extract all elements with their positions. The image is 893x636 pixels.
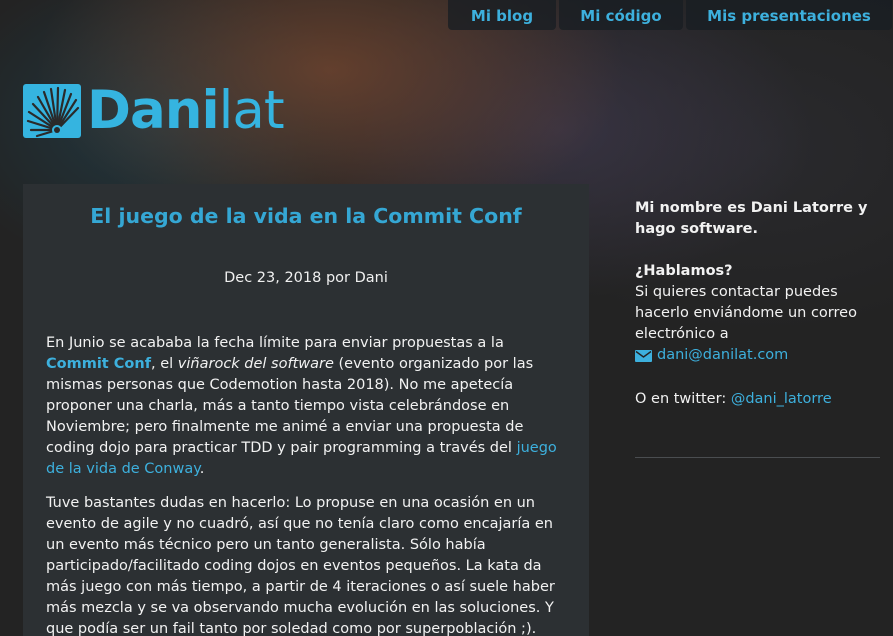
envelope-icon: [635, 349, 652, 362]
paragraph-text: En Junio se acababa la fecha límite para…: [46, 335, 504, 351]
email-link[interactable]: dani@danilat.com: [657, 345, 788, 366]
sidebar-intro: Mi nombre es Dani Latorre y hago softwar…: [635, 200, 868, 237]
sidebar: Mi nombre es Dani Latorre y hago softwar…: [635, 198, 880, 458]
twitter-link[interactable]: @dani_latorre: [731, 391, 832, 407]
post-meta: Dec 23, 2018 por Dani: [224, 270, 388, 286]
post-paragraph: En Junio se acababa la fecha límite para…: [46, 333, 565, 480]
post-body: En Junio se acababa la fecha límite para…: [46, 333, 565, 636]
nav-item-blog[interactable]: Mi blog: [448, 0, 556, 30]
post-title[interactable]: El juego de la vida en la Commit Conf: [23, 202, 589, 230]
sidebar-divider: [635, 457, 880, 458]
post-paragraph: Tuve bastantes dudas en hacerlo: Lo prop…: [46, 495, 555, 636]
paragraph-text: , el: [151, 356, 178, 372]
twitter-prefix: O en twitter:: [635, 391, 731, 407]
paragraph-emphasis: viñarock del software: [177, 356, 334, 372]
site-logo[interactable]: Danilat: [23, 80, 285, 141]
email-row: dani@danilat.com: [635, 345, 880, 366]
top-nav: Mi blog Mi código Mis presentaciones: [448, 0, 892, 30]
nav-item-code[interactable]: Mi código: [559, 0, 683, 30]
twitter-row: O en twitter: @dani_latorre: [635, 389, 880, 410]
nav-item-presentations[interactable]: Mis presentaciones: [686, 0, 892, 30]
logo-text-light: lat: [218, 80, 285, 141]
commit-conf-link[interactable]: Commit Conf: [46, 356, 151, 372]
blog-post: El juego de la vida en la Commit Conf De…: [23, 184, 589, 636]
contact-text: Si quieres contactar puedes hacerlo envi…: [635, 284, 857, 342]
fan-logo-icon: [23, 84, 81, 138]
paragraph-text: .: [199, 461, 205, 477]
contact-heading: ¿Hablamos?: [635, 263, 733, 279]
logo-wordmark: Danilat: [87, 80, 285, 141]
logo-text-bold: Dani: [87, 80, 220, 141]
